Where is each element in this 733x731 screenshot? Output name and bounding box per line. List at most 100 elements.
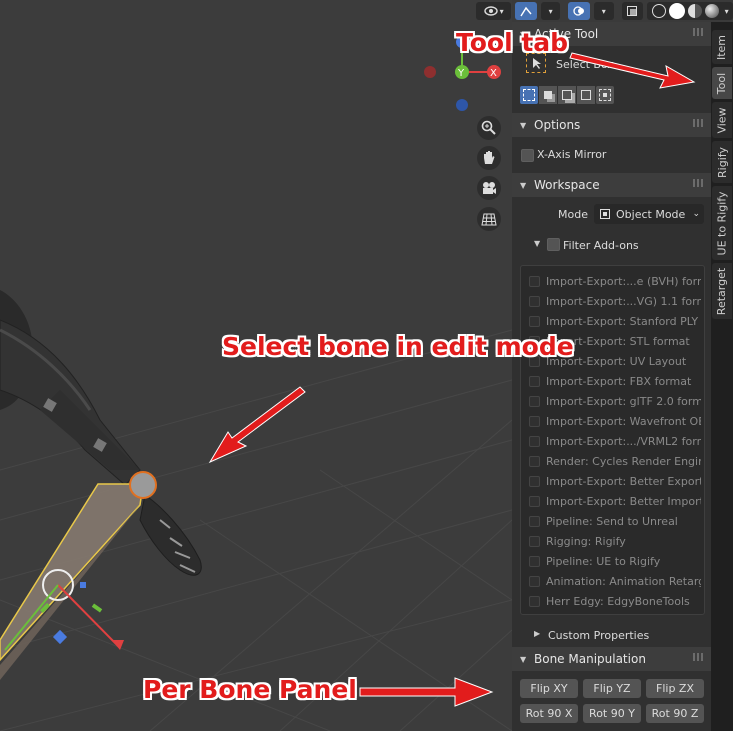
mode-intersect-icon[interactable] xyxy=(596,86,614,104)
tab-label: View xyxy=(715,106,729,134)
addon-row[interactable]: Import-Export: FBX format xyxy=(529,371,701,391)
rot-90-y-button[interactable]: Rot 90 Y xyxy=(583,704,641,723)
drag-grip-icon[interactable] xyxy=(693,119,705,127)
chevron-down-icon: ⌄ xyxy=(692,209,700,219)
addon-label: Import-Export:...e (BVH) format xyxy=(546,274,701,288)
selection-mode-group xyxy=(520,86,614,104)
custom-properties-label[interactable]: Custom Properties xyxy=(548,629,649,642)
object-mode-icon xyxy=(600,209,610,219)
addon-checkbox[interactable] xyxy=(529,295,540,307)
addon-row[interactable]: Pipeline: UE to Rigify xyxy=(529,551,701,571)
drag-grip-icon[interactable] xyxy=(693,28,705,36)
mode-subtract-icon[interactable] xyxy=(558,86,576,104)
xaxis-mirror-checkbox[interactable] xyxy=(521,149,534,162)
workspace-header[interactable]: ▼ Workspace xyxy=(512,173,711,197)
mode-set-icon[interactable] xyxy=(520,86,538,104)
addon-checkbox[interactable] xyxy=(529,315,540,327)
addon-row[interactable]: Render: Cycles Render Engine xyxy=(529,451,701,471)
drag-grip-icon[interactable] xyxy=(693,653,705,661)
solid-shading-icon[interactable] xyxy=(668,3,685,19)
tab-item[interactable]: Item xyxy=(712,30,732,64)
addon-row[interactable]: Rigging: Rigify xyxy=(529,531,701,551)
addon-checkbox[interactable] xyxy=(529,595,540,607)
zoom-icon[interactable] xyxy=(477,116,501,140)
addon-row[interactable]: Import-Export:...e (BVH) format xyxy=(529,271,701,291)
material-shading-icon[interactable] xyxy=(687,4,702,18)
filter-addons-triangle-icon[interactable]: ▼ xyxy=(534,239,540,248)
tab-label: Retarget xyxy=(715,267,729,315)
addon-checkbox[interactable] xyxy=(529,275,540,287)
addon-checkbox[interactable] xyxy=(529,535,540,547)
selected-bone[interactable] xyxy=(0,471,157,680)
tab-label: Tool xyxy=(715,72,729,94)
mode-label: Mode xyxy=(558,208,588,221)
eye-icon xyxy=(483,6,498,16)
rendered-shading-icon[interactable] xyxy=(704,4,719,18)
tab-rigify[interactable]: Rigify xyxy=(712,141,732,183)
addon-label: Pipeline: UE to Rigify xyxy=(546,554,661,568)
addon-checkbox[interactable] xyxy=(529,415,540,427)
flip-yz-button[interactable]: Flip YZ xyxy=(583,679,641,698)
mode-select[interactable]: Object Mode ⌄ xyxy=(594,204,704,224)
addon-checkbox[interactable] xyxy=(529,575,540,587)
chevron-down-icon: ▾ xyxy=(499,6,504,16)
addon-row[interactable]: Import-Export:...VG) 1.1 format xyxy=(529,291,701,311)
addon-row[interactable]: Animation: Animation Retarg... xyxy=(529,571,701,591)
addon-label: Import-Export:.../VRML2 format xyxy=(546,434,701,448)
addon-row[interactable]: Import-Export: Better Import ... xyxy=(529,491,701,511)
collapse-triangle-icon: ▼ xyxy=(520,654,527,664)
tab-tool[interactable]: Tool xyxy=(712,67,732,99)
addon-checkbox[interactable] xyxy=(529,495,540,507)
tab-view[interactable]: View xyxy=(712,102,732,138)
addon-checkbox[interactable] xyxy=(529,515,540,527)
visibility-dropdown[interactable]: ▾ xyxy=(476,2,512,20)
tab-ue-to-rigify[interactable]: UE to Rigify xyxy=(712,186,732,260)
camera-view-icon[interactable] xyxy=(477,176,501,200)
addon-checkbox[interactable] xyxy=(529,475,540,487)
filter-addons-checkbox[interactable] xyxy=(547,238,560,251)
addon-label: Import-Export: Better Import ... xyxy=(546,494,701,508)
addon-row[interactable]: Herr Edgy: EdgyBoneTools xyxy=(529,591,701,611)
mode-extend-icon[interactable] xyxy=(539,86,557,104)
addon-checkbox[interactable] xyxy=(529,455,540,467)
options-header[interactable]: ▼ Options xyxy=(512,113,711,137)
addon-row[interactable]: Import-Export:.../VRML2 format xyxy=(529,431,701,451)
flip-zx-button[interactable]: Flip ZX xyxy=(646,679,704,698)
addon-label: Herr Edgy: EdgyBoneTools xyxy=(546,594,690,608)
overlays-dropdown[interactable]: ▾ xyxy=(593,2,614,20)
3d-viewport[interactable]: X Y xyxy=(0,0,512,731)
bone-manipulation-header[interactable]: ▼ Bone Manipulation xyxy=(512,647,711,671)
addon-row[interactable]: Import-Export: Stanford PLY f... xyxy=(529,311,701,331)
rot-90-z-button[interactable]: Rot 90 Z xyxy=(646,704,704,723)
wireframe-shading-icon[interactable] xyxy=(651,4,666,18)
xray-icon xyxy=(627,6,638,16)
flip-xy-button[interactable]: Flip XY xyxy=(520,679,578,698)
select-box-label: Select Box xyxy=(556,58,614,71)
addon-checkbox[interactable] xyxy=(529,555,540,567)
addon-checkbox[interactable] xyxy=(529,375,540,387)
drag-grip-icon[interactable] xyxy=(693,179,705,187)
annotation-tool-tab: Tool tab xyxy=(456,28,569,57)
overlays-toggle-button[interactable] xyxy=(568,2,590,20)
grid-ortho-icon[interactable] xyxy=(477,207,501,231)
tab-retarget[interactable]: Retarget xyxy=(712,263,732,319)
gizmo-dropdown[interactable]: ▾ xyxy=(540,2,561,20)
chevron-down-icon[interactable]: ▾ xyxy=(725,7,729,16)
hand-pan-icon[interactable] xyxy=(477,146,501,170)
xray-toggle-button[interactable] xyxy=(621,2,644,20)
addon-checkbox[interactable] xyxy=(529,435,540,447)
gizmo-toggle-button[interactable] xyxy=(515,2,537,20)
annotation-per-bone-panel: Per Bone Panel xyxy=(143,675,357,704)
rot-90-x-button[interactable]: Rot 90 X xyxy=(520,704,578,723)
addon-row[interactable]: Import-Export: Wavefront OB... xyxy=(529,411,701,431)
addon-row[interactable]: Pipeline: Send to Unreal xyxy=(529,511,701,531)
addon-row[interactable]: Import-Export: glTF 2.0 format xyxy=(529,391,701,411)
addon-checkbox[interactable] xyxy=(529,395,540,407)
workspace-title: Workspace xyxy=(534,178,600,192)
gizmo-y-label: Y xyxy=(457,68,465,79)
addon-list[interactable]: Import-Export:...e (BVH) format Import-E… xyxy=(520,265,705,615)
custom-properties-triangle-icon[interactable]: ▶ xyxy=(534,629,540,638)
annotation-select-bone: Select bone in edit mode xyxy=(222,332,574,361)
mode-invert-icon[interactable] xyxy=(577,86,595,104)
addon-row[interactable]: Import-Export: Better Export ... xyxy=(529,471,701,491)
